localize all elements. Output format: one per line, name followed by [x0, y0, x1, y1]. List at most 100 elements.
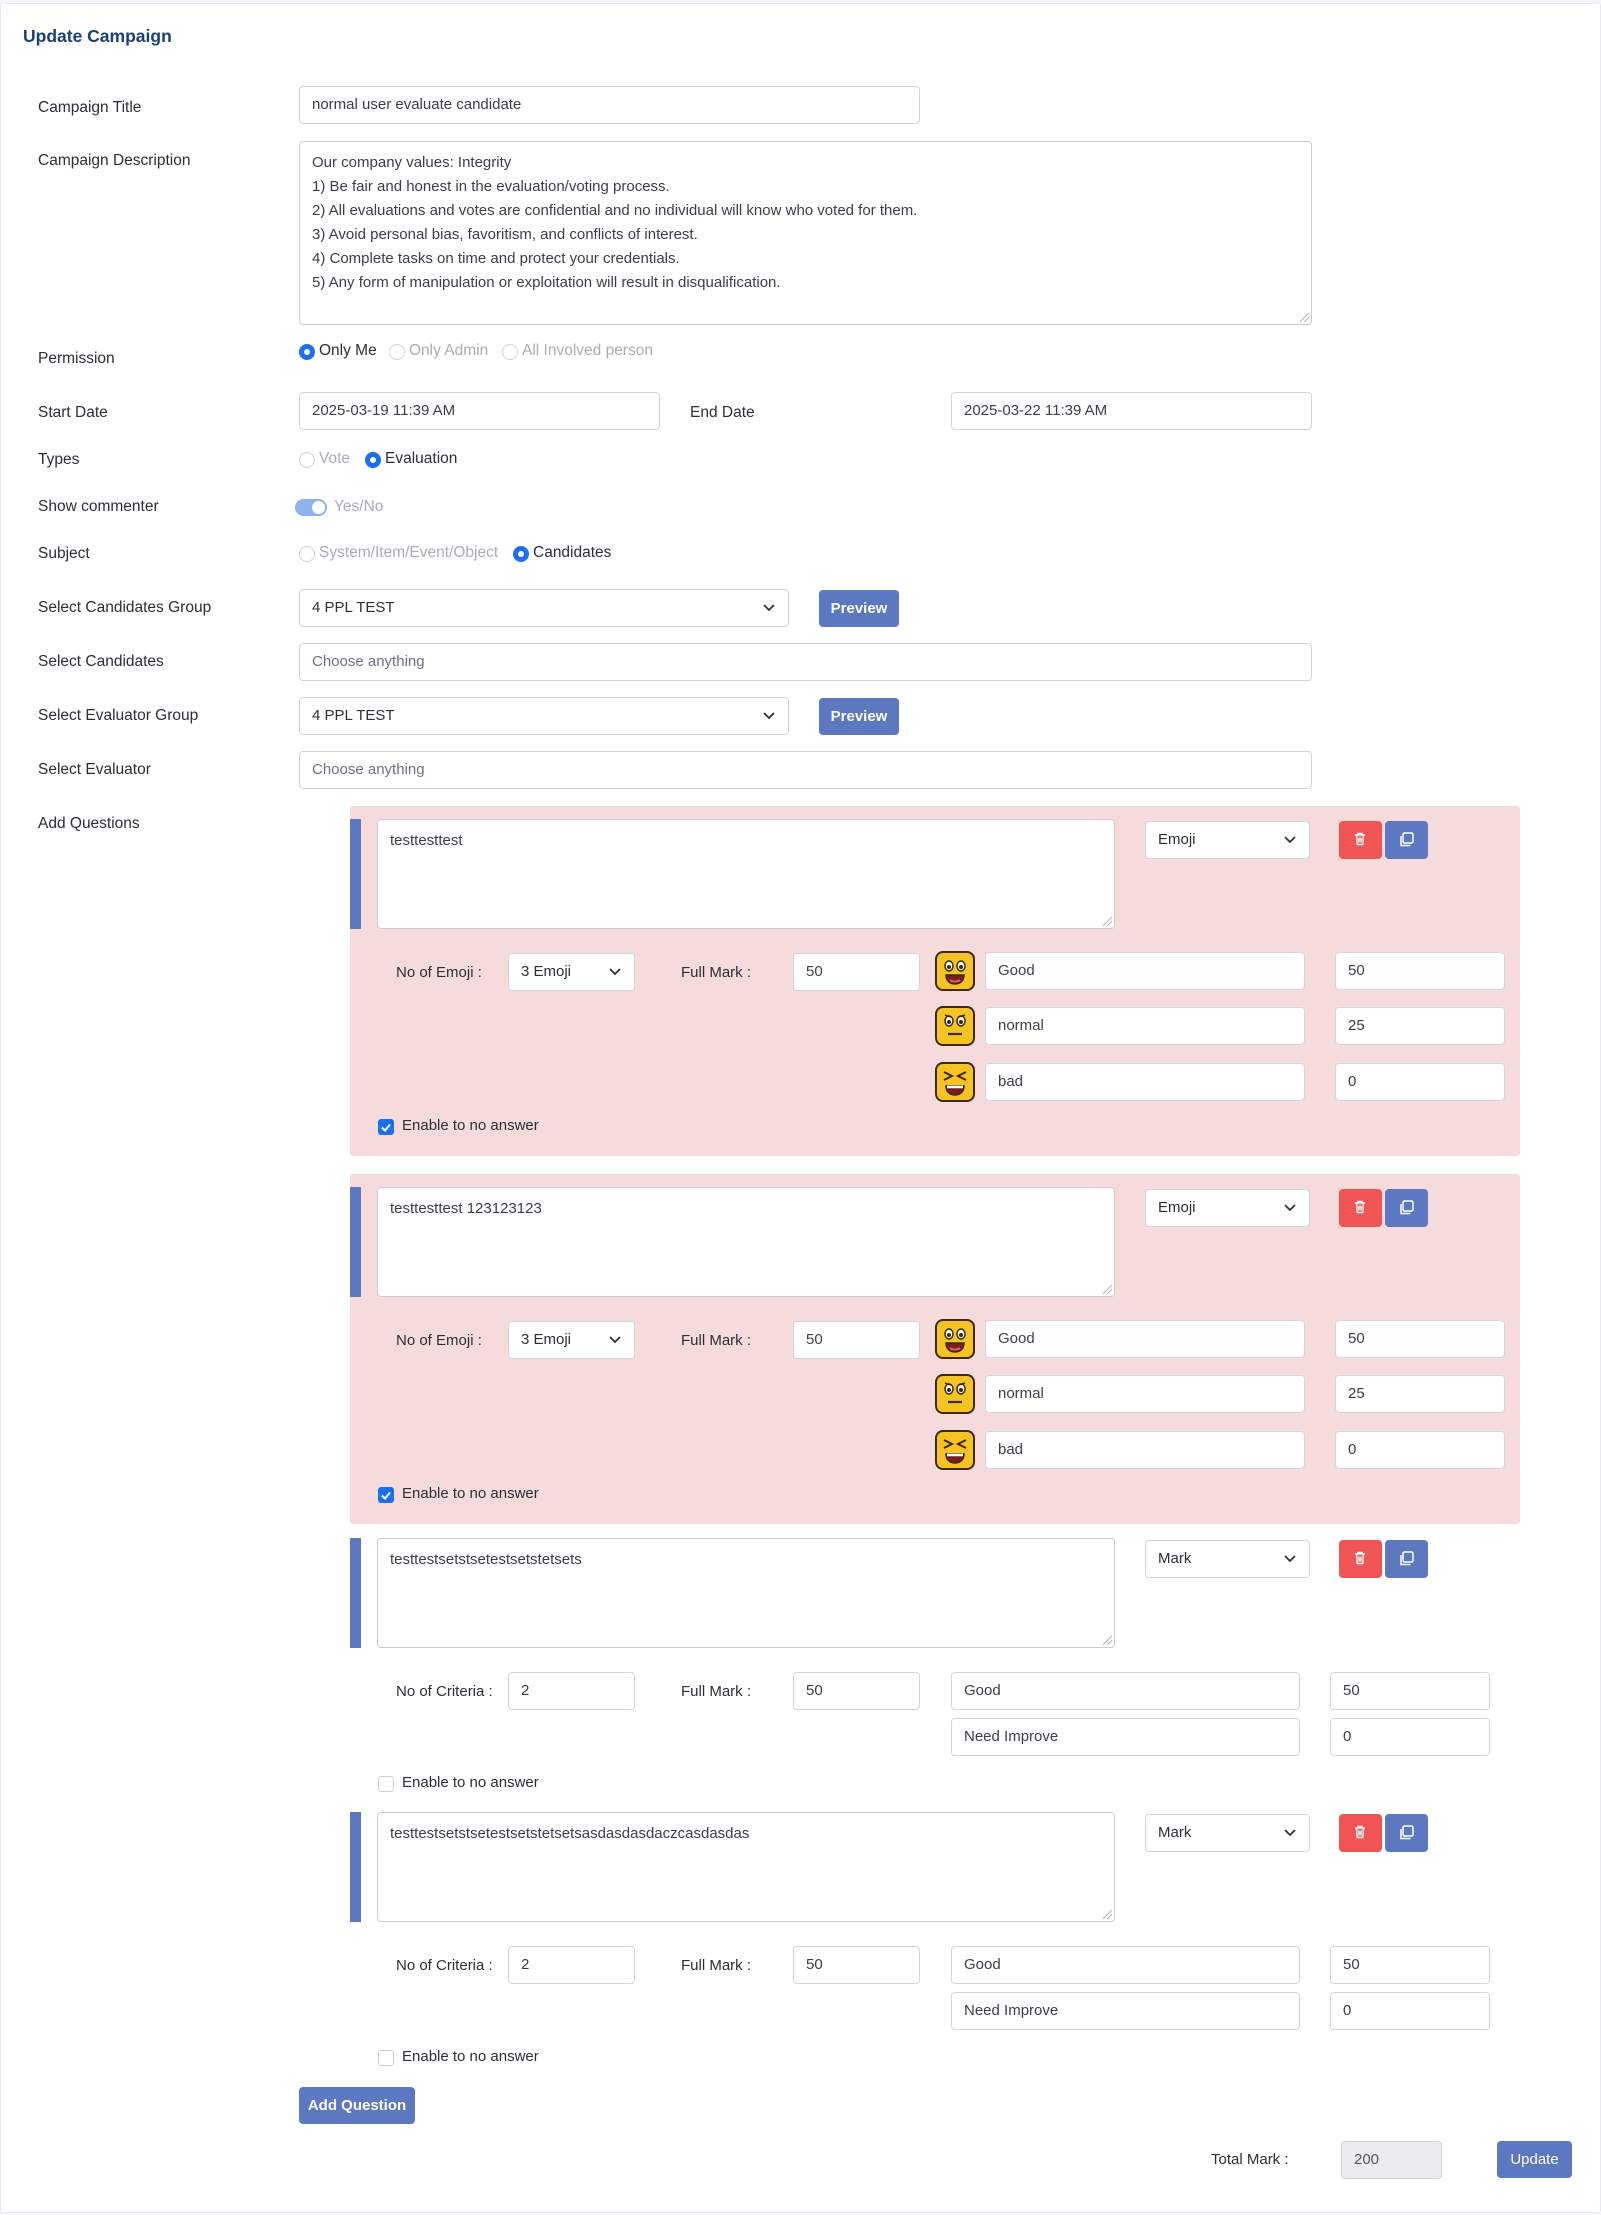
resize-handle-icon[interactable]	[1103, 917, 1112, 926]
neutral-emoji-icon	[935, 1374, 975, 1414]
permission-only-me-radio[interactable]	[299, 344, 315, 360]
no-of-criteria-label: No of Criteria :	[396, 1683, 493, 1700]
show-commenter-toggle[interactable]	[295, 499, 327, 516]
delete-question-button[interactable]	[1339, 1814, 1382, 1852]
campaign-title-input[interactable]: normal user evaluate candidate	[299, 86, 920, 124]
description-line: 5) Any form of manipulation or exploitat…	[312, 274, 781, 291]
emoji-label-input[interactable]: bad	[985, 1431, 1305, 1469]
no-of-emoji-select[interactable]: 3 Emoji	[508, 1321, 635, 1359]
add-question-button[interactable]: Add Question	[299, 2087, 415, 2124]
criteria-mark-input[interactable]: 50	[1330, 1672, 1490, 1710]
criteria-label-input[interactable]: Good	[951, 1672, 1300, 1710]
question-text-input[interactable]: testtesttest 123123123	[377, 1187, 1115, 1297]
duplicate-question-button[interactable]	[1385, 821, 1428, 859]
question-accent-bar	[350, 1812, 361, 1922]
emoji-mark-input[interactable]: 25	[1335, 1007, 1505, 1045]
no-of-emoji-select[interactable]: 3 Emoji	[508, 953, 635, 991]
no-answer-checkbox[interactable]	[378, 2050, 394, 2066]
subject-candidates-label: Candidates	[533, 544, 612, 561]
question-type-select[interactable]: Mark	[1145, 1540, 1310, 1578]
evaluator-group-select[interactable]: 4 PPL TEST	[299, 697, 789, 735]
question-text-input[interactable]: testtestsetstsetestsetstetsets	[377, 1538, 1115, 1648]
resize-handle-icon[interactable]	[1103, 1910, 1112, 1919]
start-date-input[interactable]: 2025-03-19 11:39 AM	[299, 392, 660, 430]
criteria-label-input[interactable]: Good	[951, 1946, 1300, 1984]
update-button[interactable]: Update	[1497, 2141, 1572, 2178]
subject-candidates-radio[interactable]	[513, 546, 529, 562]
evaluator-group-label: Select Evaluator Group	[38, 707, 199, 724]
emoji-mark-input[interactable]: 25	[1335, 1375, 1505, 1413]
chevron-down-icon	[763, 604, 775, 612]
question-type-select[interactable]: Emoji	[1145, 1189, 1310, 1227]
types-label: Types	[38, 451, 80, 468]
select-evaluator-input[interactable]: Choose anything	[299, 751, 1312, 789]
permission-label: Permission	[38, 350, 115, 367]
emoji-label-input[interactable]: Good	[985, 1320, 1305, 1358]
type-evaluation-label: Evaluation	[385, 450, 458, 467]
criteria-mark-input[interactable]: 50	[1330, 1946, 1490, 1984]
question-type-select[interactable]: Emoji	[1145, 821, 1310, 859]
campaign-description-textarea[interactable]: Our company values: Integrity 1) Be fair…	[299, 141, 1312, 325]
no-answer-label: Enable to no answer	[402, 1485, 539, 1502]
chevron-down-icon	[1284, 1204, 1296, 1212]
full-mark-input[interactable]: 50	[793, 1946, 920, 1984]
end-date-input[interactable]: 2025-03-22 11:39 AM	[951, 392, 1312, 430]
laughing-emoji-icon	[935, 951, 975, 991]
delete-question-button[interactable]	[1339, 821, 1382, 859]
copy-icon	[1400, 1825, 1414, 1840]
no-answer-checkbox[interactable]	[378, 1776, 394, 1792]
emoji-mark-input[interactable]: 50	[1335, 1320, 1505, 1358]
no-of-emoji-label: No of Emoji :	[396, 964, 482, 981]
emoji-mark-input[interactable]: 0	[1335, 1063, 1505, 1101]
emoji-label-input[interactable]: bad	[985, 1063, 1305, 1101]
resize-handle-icon[interactable]	[1103, 1636, 1112, 1645]
type-vote-label: Vote	[319, 450, 351, 467]
subject-system-radio[interactable]	[299, 546, 315, 562]
no-answer-label: Enable to no answer	[402, 2048, 539, 2065]
delete-question-button[interactable]	[1339, 1189, 1382, 1227]
full-mark-input[interactable]: 50	[793, 1672, 920, 1710]
angry-emoji-icon	[935, 1430, 975, 1470]
question-text-input[interactable]: testtesttest	[377, 819, 1115, 929]
criteria-mark-input[interactable]: 0	[1330, 1992, 1490, 2030]
candidates-group-value: 4 PPL TEST	[312, 599, 395, 616]
preview-candidates-button[interactable]: Preview	[819, 590, 899, 627]
no-of-criteria-input[interactable]: 2	[508, 1672, 635, 1710]
type-vote-radio[interactable]	[299, 452, 315, 468]
candidates-group-select[interactable]: 4 PPL TEST	[299, 589, 789, 627]
emoji-mark-input[interactable]: 0	[1335, 1431, 1505, 1469]
question-text-input[interactable]: testtestsetstsetestsetstetsetsasdasdasda…	[377, 1812, 1115, 1922]
delete-question-button[interactable]	[1339, 1540, 1382, 1578]
criteria-label-input[interactable]: Need Improve	[951, 1718, 1300, 1756]
emoji-label-input[interactable]: normal	[985, 1375, 1305, 1413]
criteria-mark-input[interactable]: 0	[1330, 1718, 1490, 1756]
no-of-criteria-label: No of Criteria :	[396, 1957, 493, 1974]
select-candidates-input[interactable]: Choose anything	[299, 643, 1312, 681]
description-line: 1) Be fair and honest in the evaluation/…	[312, 178, 670, 195]
trash-icon	[1355, 832, 1365, 846]
no-of-criteria-input[interactable]: 2	[508, 1946, 635, 1984]
full-mark-input[interactable]: 50	[793, 1321, 920, 1359]
no-answer-checkbox[interactable]	[378, 1487, 394, 1503]
duplicate-question-button[interactable]	[1385, 1814, 1428, 1852]
resize-handle-icon[interactable]	[1103, 1285, 1112, 1294]
emoji-label-input[interactable]: normal	[985, 1007, 1305, 1045]
duplicate-question-button[interactable]	[1385, 1189, 1428, 1227]
resize-handle-icon[interactable]	[1300, 313, 1309, 322]
type-evaluation-radio[interactable]	[365, 452, 381, 468]
description-line: 4) Complete tasks on time and protect yo…	[312, 250, 680, 267]
emoji-label-input[interactable]: Good	[985, 952, 1305, 990]
no-answer-label: Enable to no answer	[402, 1117, 539, 1134]
campaign-description-label: Campaign Description	[38, 152, 191, 169]
chevron-down-icon	[763, 712, 775, 720]
full-mark-input[interactable]: 50	[793, 953, 920, 991]
permission-all-involved-radio[interactable]	[502, 344, 518, 360]
question-type-select[interactable]: Mark	[1145, 1814, 1310, 1852]
no-answer-checkbox[interactable]	[378, 1119, 394, 1135]
emoji-mark-input[interactable]: 50	[1335, 952, 1505, 990]
check-icon	[381, 1123, 391, 1132]
preview-evaluator-button[interactable]: Preview	[819, 698, 899, 735]
criteria-label-input[interactable]: Need Improve	[951, 1992, 1300, 2030]
permission-only-admin-radio[interactable]	[389, 344, 405, 360]
duplicate-question-button[interactable]	[1385, 1540, 1428, 1578]
